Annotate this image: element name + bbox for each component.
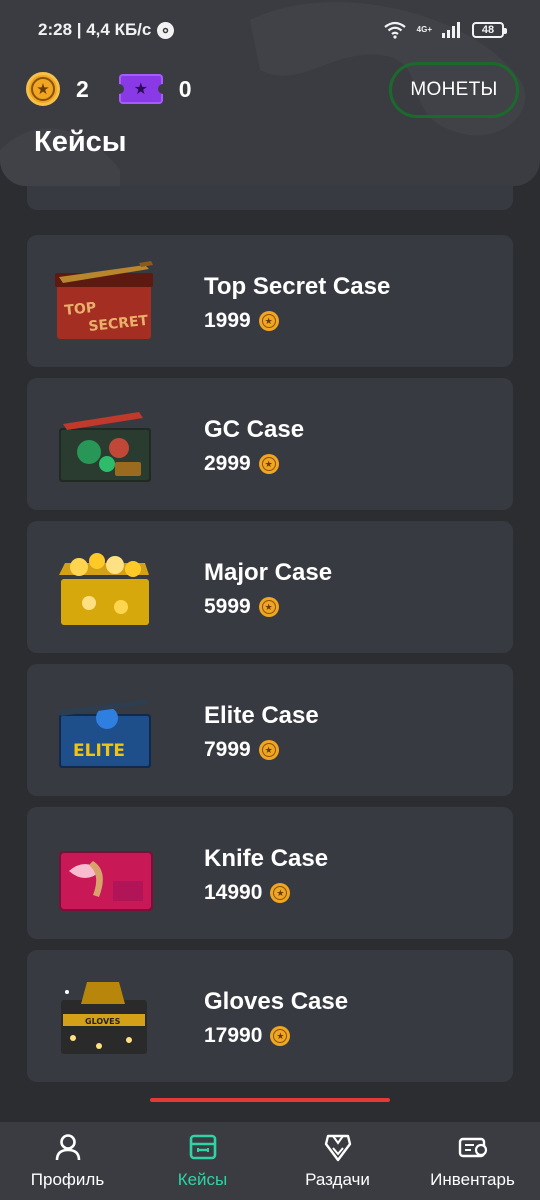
case-card-top-secret[interactable]: TOP SECRET Top Secret Case 1999 ★ [27, 235, 513, 367]
svg-text:ELITE: ELITE [73, 741, 125, 761]
coin-icon: ★ [258, 311, 279, 331]
battery-icon: 48 [472, 22, 507, 38]
status-time-speed: 2:28 | 4,4 КБ/с [38, 20, 152, 39]
svg-text:GLOVES: GLOVES [85, 1017, 121, 1026]
currency-row: ★ 2 ★ 0 [26, 70, 192, 108]
header: 2:28 | 4,4 КБ/с 4G+ 48 ★ 2 ★ 0 МОНЕТЫ Ке… [0, 0, 540, 186]
case-price: 2999 ★ [204, 452, 279, 476]
case-card-elite[interactable]: ELITE Elite Case 7999 ★ [27, 664, 513, 796]
case-price: 14990 ★ [204, 881, 291, 905]
case-price: 7999 ★ [204, 738, 279, 762]
case-name: Gloves Case [204, 988, 349, 1015]
nav-profile-label: Профиль [30, 1170, 105, 1189]
case-price-value: 17990 [204, 1024, 263, 1047]
case-card-major[interactable]: Major Case 5999 ★ [27, 521, 513, 653]
case-name: Major Case [204, 559, 333, 586]
signal-icon [442, 22, 460, 38]
status-bar: 2:28 | 4,4 КБ/с 4G+ 48 [0, 0, 540, 60]
coins-button[interactable]: МОНЕТЫ [389, 62, 519, 118]
coin-icon: ★ [270, 1026, 291, 1046]
network-label: 4G+ [416, 25, 432, 34]
bottom-nav: Профиль Кейсы Раздачи Инвентарь [0, 1122, 540, 1200]
coin-count: 2 [76, 75, 89, 102]
giveaway-icon [324, 1134, 351, 1162]
coin-icon[interactable]: ★ [26, 72, 60, 106]
case-price: 17990 ★ [204, 1024, 291, 1048]
inventory-icon [458, 1137, 487, 1158]
case-card-knife[interactable]: Knife Case 14990 ★ [27, 807, 513, 939]
elite-case-image: ELITE [57, 700, 151, 768]
major-case-image [59, 553, 149, 625]
case-name: GC Case [204, 416, 305, 443]
nav-cases[interactable]: Кейсы [135, 1122, 270, 1200]
coin-icon: ★ [258, 740, 279, 760]
wifi-icon [383, 21, 406, 39]
status-right: 4G+ 48 [383, 21, 507, 39]
nav-inventory[interactable]: Инвентарь [405, 1122, 540, 1200]
next-card-edge [150, 1098, 390, 1102]
ticket-icon[interactable]: ★ [113, 74, 168, 104]
svg-text:TOP: TOP [64, 300, 97, 319]
status-left: 2:28 | 4,4 КБ/с [38, 20, 175, 40]
nav-inventory-label: Инвентарь [430, 1170, 515, 1189]
gloves-case-image: GLOVES [61, 982, 147, 1054]
ticket-count: 0 [178, 75, 192, 102]
case-name: Knife Case [204, 845, 329, 872]
nav-profile[interactable]: Профиль [0, 1122, 135, 1200]
case-price-value: 7999 [204, 738, 251, 761]
nav-giveaways[interactable]: Раздачи [270, 1122, 405, 1200]
case-card-gc[interactable]: GC Case 2999 ★ [27, 378, 513, 510]
case-price: 5999 ★ [204, 595, 279, 619]
case-price-value: 5999 [204, 595, 251, 618]
top-secret-case-image: TOP SECRET [55, 261, 153, 339]
case-name: Top Secret Case [204, 273, 391, 300]
case-price-value: 2999 [204, 452, 251, 475]
case-price-value: 1999 [204, 309, 251, 332]
case-price-value: 14990 [204, 881, 263, 904]
battery-level: 48 [481, 24, 495, 36]
coin-icon: ★ [258, 454, 279, 474]
page-title: Кейсы [34, 126, 127, 158]
vpn-icon [157, 21, 175, 39]
case-icon [189, 1134, 216, 1160]
case-card-gloves[interactable]: GLOVES Gloves Case 17990 ★ [27, 950, 513, 1082]
case-card-partial[interactable] [27, 186, 513, 210]
nav-giveaways-label: Раздачи [305, 1170, 370, 1189]
coin-icon: ★ [258, 597, 279, 617]
case-name: Elite Case [204, 702, 319, 729]
profile-icon [55, 1134, 80, 1161]
case-price: 1999 ★ [204, 309, 279, 333]
knife-case-image [59, 851, 153, 911]
coin-icon: ★ [270, 883, 291, 903]
gc-case-image [59, 412, 151, 482]
nav-cases-label: Кейсы [177, 1170, 228, 1189]
case-list[interactable]: TOP SECRET Top Secret Case 1999 ★ GC Cas… [0, 186, 540, 1122]
